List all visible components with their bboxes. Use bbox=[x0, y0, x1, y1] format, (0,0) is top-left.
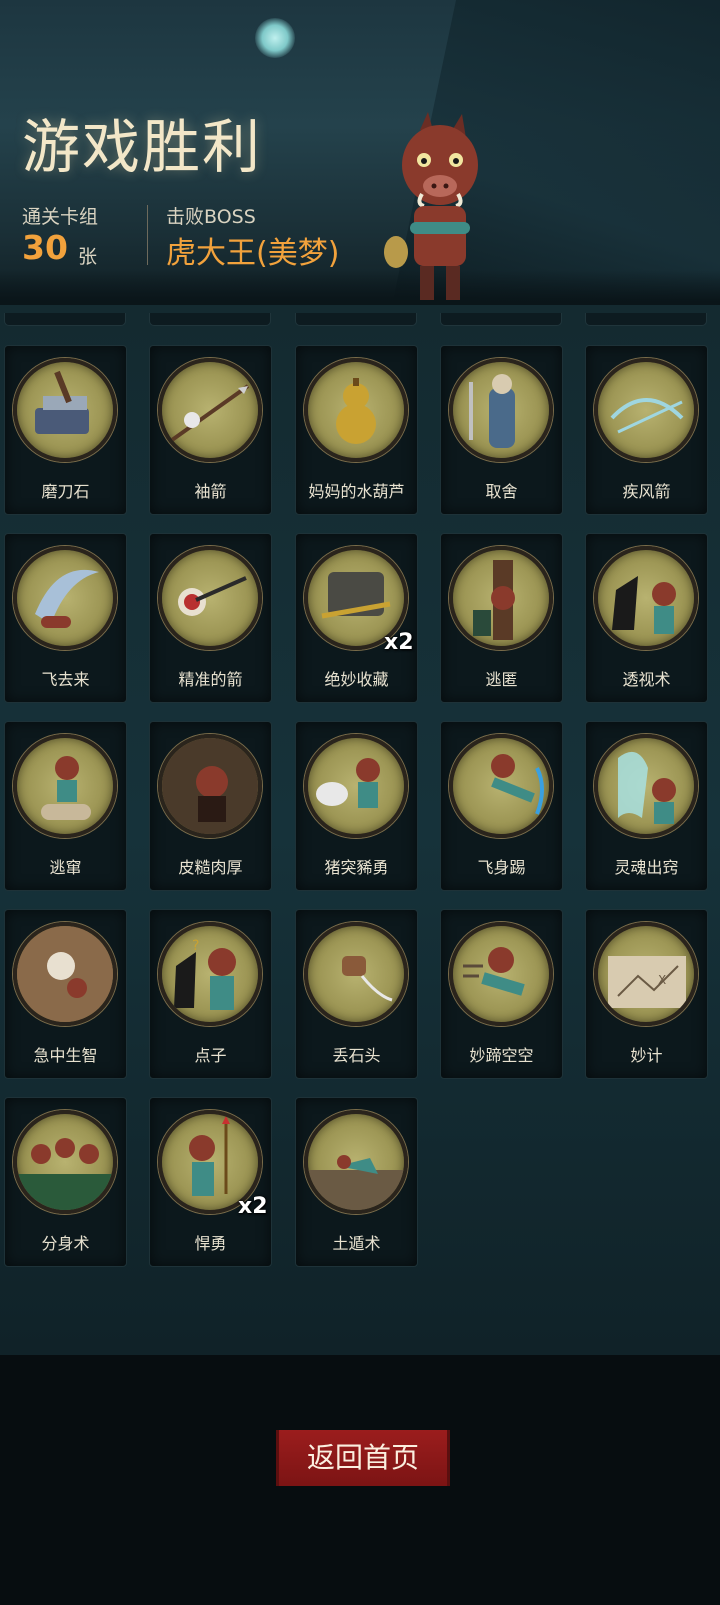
partial-card bbox=[4, 313, 126, 326]
card[interactable]: 透视术 bbox=[585, 533, 708, 703]
card[interactable]: X 妙计 bbox=[585, 909, 708, 1079]
boar-boss-icon bbox=[384, 112, 478, 300]
hide-icon bbox=[449, 546, 553, 650]
cleared-deck-label: 通关卡组 bbox=[22, 206, 99, 228]
flee-icon bbox=[13, 734, 117, 838]
card[interactable]: 取舍 bbox=[440, 345, 563, 515]
card-name: 绝妙收藏 bbox=[324, 670, 389, 689]
svg-text:X: X bbox=[658, 973, 666, 987]
stone-icon bbox=[304, 922, 408, 1026]
boomerang-icon bbox=[13, 546, 117, 650]
partial-card bbox=[149, 313, 271, 326]
card[interactable]: x2 绝妙收藏 bbox=[295, 533, 418, 703]
boss-label: 击败BOSS bbox=[166, 206, 256, 228]
hoof-icon bbox=[449, 922, 553, 1026]
card-name: 分身术 bbox=[41, 1234, 90, 1253]
card-name: 土遁术 bbox=[332, 1234, 381, 1253]
page-title: 游戏胜利 bbox=[22, 113, 263, 181]
card-name: 妙计 bbox=[630, 1046, 663, 1065]
idea-icon: ? bbox=[158, 922, 262, 1026]
card[interactable]: 疾风箭 bbox=[585, 345, 708, 515]
card-name: 妙蹄空空 bbox=[469, 1046, 534, 1065]
card-name: 逃匿 bbox=[485, 670, 518, 689]
card[interactable]: 猪突豨勇 bbox=[295, 721, 418, 891]
gourd-icon bbox=[304, 358, 408, 462]
card-name: 妈妈的水葫芦 bbox=[308, 482, 405, 501]
card-count-badge: x2 bbox=[384, 630, 414, 655]
card[interactable]: ? 点子 bbox=[149, 909, 272, 1079]
whetstone-icon bbox=[13, 358, 117, 462]
flying-kick-icon bbox=[449, 734, 553, 838]
card[interactable]: 分身术 bbox=[4, 1097, 127, 1267]
card-name: 悍勇 bbox=[194, 1234, 227, 1253]
card-name: 飞身踢 bbox=[477, 858, 526, 877]
stat-divider bbox=[147, 205, 148, 265]
target-arrow-icon bbox=[158, 546, 262, 650]
card-name: 点子 bbox=[194, 1046, 227, 1065]
cleared-count: 30 bbox=[22, 228, 68, 267]
card-name: 透视术 bbox=[622, 670, 671, 689]
quick-wit-icon bbox=[13, 922, 117, 1026]
card-name: 飞去来 bbox=[41, 670, 90, 689]
cleared-unit: 张 bbox=[78, 246, 98, 268]
boss-name: 虎大王(美梦) bbox=[166, 236, 340, 271]
card-name: 急中生智 bbox=[33, 1046, 98, 1065]
card-name: 袖箭 bbox=[194, 482, 227, 501]
partial-card bbox=[295, 313, 417, 326]
card[interactable]: 急中生智 bbox=[4, 909, 127, 1079]
card[interactable]: 逃窜 bbox=[4, 721, 127, 891]
return-home-button[interactable]: 返回首页 bbox=[276, 1430, 450, 1486]
charge-icon bbox=[304, 734, 408, 838]
card[interactable]: 灵魂出窍 bbox=[585, 721, 708, 891]
crow-boar-icon bbox=[594, 546, 698, 650]
card[interactable]: 袖箭 bbox=[149, 345, 272, 515]
tough-skin-icon bbox=[158, 734, 262, 838]
moon-icon bbox=[255, 18, 295, 58]
card-count-badge: x2 bbox=[238, 1194, 268, 1219]
sleeve-arrow-icon bbox=[158, 358, 262, 462]
card[interactable]: 飞身踢 bbox=[440, 721, 563, 891]
card[interactable]: 逃匿 bbox=[440, 533, 563, 703]
card[interactable]: 土遁术 bbox=[295, 1097, 418, 1267]
card-name: 精准的箭 bbox=[178, 670, 243, 689]
clone-icon bbox=[13, 1110, 117, 1214]
card[interactable]: 妈妈的水葫芦 bbox=[295, 345, 418, 515]
card-name: 皮糙肉厚 bbox=[178, 858, 243, 877]
earth-escape-icon bbox=[304, 1110, 408, 1214]
card[interactable]: x2 悍勇 bbox=[149, 1097, 272, 1267]
card[interactable]: 丢石头 bbox=[295, 909, 418, 1079]
card[interactable]: 皮糙肉厚 bbox=[149, 721, 272, 891]
card-name: 取舍 bbox=[485, 482, 518, 501]
card-name: 猪突豨勇 bbox=[324, 858, 389, 877]
elder-sword-icon bbox=[449, 358, 553, 462]
card[interactable]: 精准的箭 bbox=[149, 533, 272, 703]
card[interactable]: 妙蹄空空 bbox=[440, 909, 563, 1079]
partial-card bbox=[440, 313, 562, 326]
card[interactable]: 磨刀石 bbox=[4, 345, 127, 515]
ghost-icon bbox=[594, 734, 698, 838]
card-name: 丢石头 bbox=[332, 1046, 381, 1065]
svg-text:?: ? bbox=[192, 938, 199, 954]
card-name: 逃窜 bbox=[49, 858, 82, 877]
card-name: 灵魂出窍 bbox=[614, 858, 679, 877]
map-icon: X bbox=[594, 922, 698, 1026]
card-name: 磨刀石 bbox=[41, 482, 90, 501]
card-name: 疾风箭 bbox=[622, 482, 671, 501]
card[interactable]: 飞去来 bbox=[4, 533, 127, 703]
partial-card bbox=[585, 313, 707, 326]
gale-arrow-icon bbox=[594, 358, 698, 462]
